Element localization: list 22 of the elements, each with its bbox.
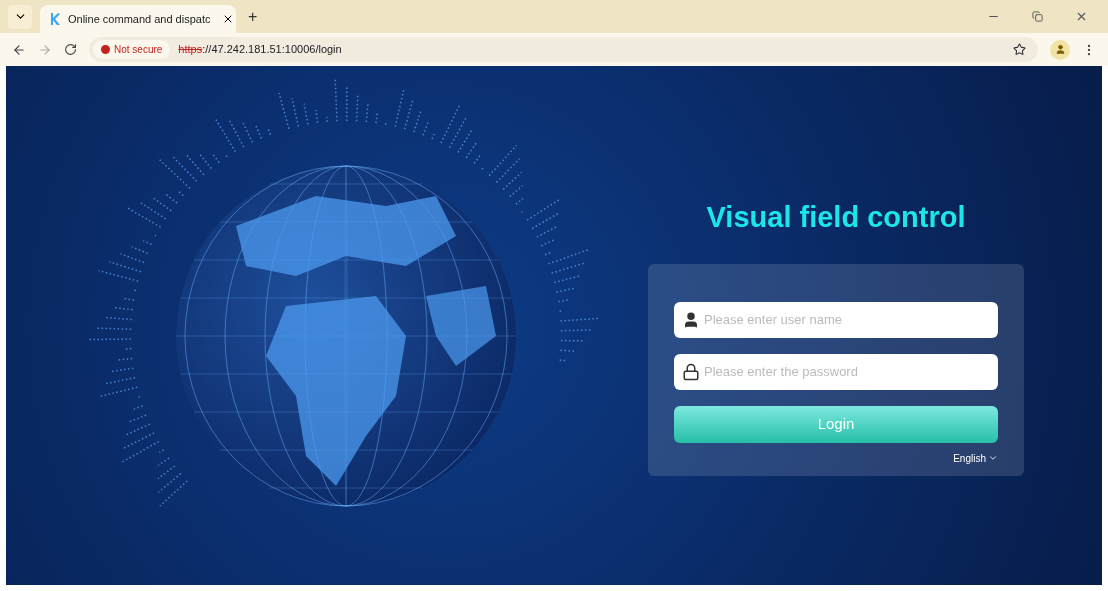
address-bar[interactable]: Not secure https://47.242.181.51:10006/login (89, 37, 1038, 62)
restore-icon[interactable] (1032, 11, 1043, 22)
browser-tab[interactable]: Online command and dispatc (40, 5, 236, 33)
user-icon (682, 310, 700, 329)
profile-avatar[interactable] (1050, 39, 1070, 60)
security-chip[interactable]: Not secure (93, 40, 171, 59)
close-window-icon[interactable] (1075, 10, 1088, 23)
back-icon[interactable] (12, 42, 26, 57)
language-selector[interactable]: English (953, 450, 998, 466)
url-text: https://47.242.181.51:10006/login (178, 42, 342, 58)
chevron-down-icon (988, 453, 998, 463)
username-field[interactable]: Please enter user name (674, 301, 998, 338)
password-field[interactable]: Please enter the password (674, 353, 998, 390)
new-tab-button[interactable]: + (244, 4, 262, 29)
tab-list-button[interactable] (8, 4, 32, 29)
warning-icon (101, 45, 110, 54)
logo-icon (48, 12, 62, 26)
lock-icon (682, 362, 700, 381)
login-title: Visual field control (706, 200, 966, 235)
reload-icon[interactable] (64, 43, 77, 56)
tab-title: Online command and dispatc (68, 11, 211, 27)
bookmark-star-icon[interactable] (1013, 43, 1026, 56)
